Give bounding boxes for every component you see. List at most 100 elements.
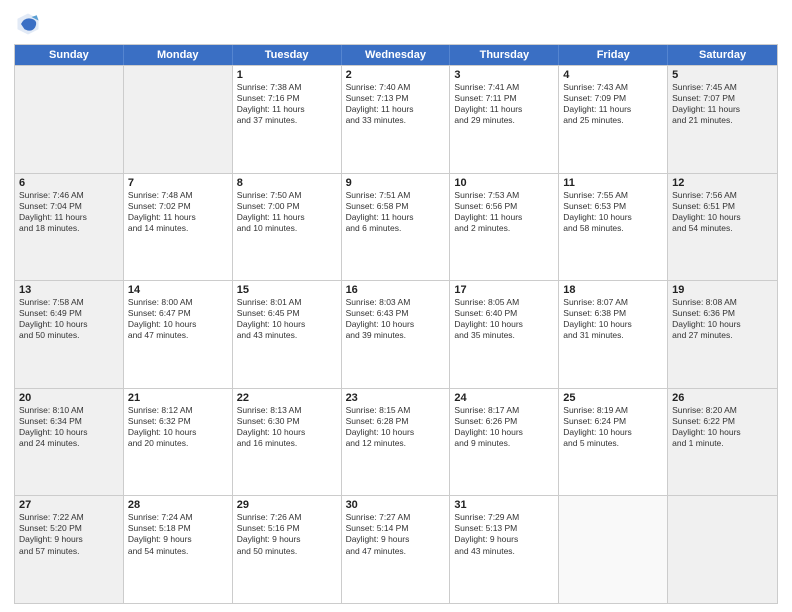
cell-daylight-info: Sunrise: 8:12 AM Sunset: 6:32 PM Dayligh… xyxy=(128,405,228,449)
day-number: 17 xyxy=(454,284,554,296)
calendar-row-4: 27Sunrise: 7:22 AM Sunset: 5:20 PM Dayli… xyxy=(15,495,777,603)
cell-daylight-info: Sunrise: 7:45 AM Sunset: 7:07 PM Dayligh… xyxy=(672,82,773,126)
calendar-cell-r3-c1: 21Sunrise: 8:12 AM Sunset: 6:32 PM Dayli… xyxy=(124,389,233,496)
day-number: 29 xyxy=(237,499,337,511)
header-day-friday: Friday xyxy=(559,45,668,65)
header-day-sunday: Sunday xyxy=(15,45,124,65)
logo-icon xyxy=(14,10,42,38)
cell-daylight-info: Sunrise: 8:00 AM Sunset: 6:47 PM Dayligh… xyxy=(128,297,228,341)
calendar-cell-r2-c6: 19Sunrise: 8:08 AM Sunset: 6:36 PM Dayli… xyxy=(668,281,777,388)
day-number: 26 xyxy=(672,392,773,404)
cell-daylight-info: Sunrise: 8:17 AM Sunset: 6:26 PM Dayligh… xyxy=(454,405,554,449)
cell-daylight-info: Sunrise: 7:38 AM Sunset: 7:16 PM Dayligh… xyxy=(237,82,337,126)
day-number: 22 xyxy=(237,392,337,404)
cell-daylight-info: Sunrise: 8:03 AM Sunset: 6:43 PM Dayligh… xyxy=(346,297,446,341)
header-day-wednesday: Wednesday xyxy=(342,45,451,65)
day-number: 27 xyxy=(19,499,119,511)
day-number: 25 xyxy=(563,392,663,404)
calendar-cell-r3-c2: 22Sunrise: 8:13 AM Sunset: 6:30 PM Dayli… xyxy=(233,389,342,496)
calendar-cell-r2-c5: 18Sunrise: 8:07 AM Sunset: 6:38 PM Dayli… xyxy=(559,281,668,388)
day-number: 24 xyxy=(454,392,554,404)
cell-daylight-info: Sunrise: 7:43 AM Sunset: 7:09 PM Dayligh… xyxy=(563,82,663,126)
calendar-row-3: 20Sunrise: 8:10 AM Sunset: 6:34 PM Dayli… xyxy=(15,388,777,496)
calendar-cell-r4-c4: 31Sunrise: 7:29 AM Sunset: 5:13 PM Dayli… xyxy=(450,496,559,603)
day-number: 11 xyxy=(563,177,663,189)
day-number: 8 xyxy=(237,177,337,189)
day-number: 18 xyxy=(563,284,663,296)
calendar-cell-r4-c3: 30Sunrise: 7:27 AM Sunset: 5:14 PM Dayli… xyxy=(342,496,451,603)
cell-daylight-info: Sunrise: 8:13 AM Sunset: 6:30 PM Dayligh… xyxy=(237,405,337,449)
header-day-saturday: Saturday xyxy=(668,45,777,65)
calendar: SundayMondayTuesdayWednesdayThursdayFrid… xyxy=(14,44,778,604)
cell-daylight-info: Sunrise: 7:40 AM Sunset: 7:13 PM Dayligh… xyxy=(346,82,446,126)
calendar-cell-r0-c5: 4Sunrise: 7:43 AM Sunset: 7:09 PM Daylig… xyxy=(559,66,668,173)
day-number: 20 xyxy=(19,392,119,404)
cell-daylight-info: Sunrise: 7:48 AM Sunset: 7:02 PM Dayligh… xyxy=(128,190,228,234)
cell-daylight-info: Sunrise: 8:05 AM Sunset: 6:40 PM Dayligh… xyxy=(454,297,554,341)
cell-daylight-info: Sunrise: 7:51 AM Sunset: 6:58 PM Dayligh… xyxy=(346,190,446,234)
day-number: 21 xyxy=(128,392,228,404)
cell-daylight-info: Sunrise: 7:26 AM Sunset: 5:16 PM Dayligh… xyxy=(237,512,337,556)
day-number: 31 xyxy=(454,499,554,511)
header xyxy=(14,10,778,38)
cell-daylight-info: Sunrise: 7:22 AM Sunset: 5:20 PM Dayligh… xyxy=(19,512,119,556)
cell-daylight-info: Sunrise: 7:24 AM Sunset: 5:18 PM Dayligh… xyxy=(128,512,228,556)
calendar-cell-r3-c0: 20Sunrise: 8:10 AM Sunset: 6:34 PM Dayli… xyxy=(15,389,124,496)
cell-daylight-info: Sunrise: 7:53 AM Sunset: 6:56 PM Dayligh… xyxy=(454,190,554,234)
calendar-cell-r1-c2: 8Sunrise: 7:50 AM Sunset: 7:00 PM Daylig… xyxy=(233,174,342,281)
day-number: 13 xyxy=(19,284,119,296)
day-number: 3 xyxy=(454,69,554,81)
calendar-cell-r0-c1 xyxy=(124,66,233,173)
day-number: 2 xyxy=(346,69,446,81)
cell-daylight-info: Sunrise: 7:46 AM Sunset: 7:04 PM Dayligh… xyxy=(19,190,119,234)
calendar-cell-r4-c5 xyxy=(559,496,668,603)
calendar-cell-r1-c5: 11Sunrise: 7:55 AM Sunset: 6:53 PM Dayli… xyxy=(559,174,668,281)
day-number: 7 xyxy=(128,177,228,189)
cell-daylight-info: Sunrise: 8:01 AM Sunset: 6:45 PM Dayligh… xyxy=(237,297,337,341)
day-number: 16 xyxy=(346,284,446,296)
day-number: 30 xyxy=(346,499,446,511)
calendar-cell-r1-c1: 7Sunrise: 7:48 AM Sunset: 7:02 PM Daylig… xyxy=(124,174,233,281)
calendar-cell-r1-c0: 6Sunrise: 7:46 AM Sunset: 7:04 PM Daylig… xyxy=(15,174,124,281)
cell-daylight-info: Sunrise: 8:15 AM Sunset: 6:28 PM Dayligh… xyxy=(346,405,446,449)
cell-daylight-info: Sunrise: 7:29 AM Sunset: 5:13 PM Dayligh… xyxy=(454,512,554,556)
header-day-tuesday: Tuesday xyxy=(233,45,342,65)
page: SundayMondayTuesdayWednesdayThursdayFrid… xyxy=(0,0,792,612)
day-number: 23 xyxy=(346,392,446,404)
logo xyxy=(14,10,48,38)
cell-daylight-info: Sunrise: 7:27 AM Sunset: 5:14 PM Dayligh… xyxy=(346,512,446,556)
calendar-cell-r0-c2: 1Sunrise: 7:38 AM Sunset: 7:16 PM Daylig… xyxy=(233,66,342,173)
cell-daylight-info: Sunrise: 7:56 AM Sunset: 6:51 PM Dayligh… xyxy=(672,190,773,234)
calendar-cell-r4-c0: 27Sunrise: 7:22 AM Sunset: 5:20 PM Dayli… xyxy=(15,496,124,603)
calendar-cell-r0-c4: 3Sunrise: 7:41 AM Sunset: 7:11 PM Daylig… xyxy=(450,66,559,173)
day-number: 19 xyxy=(672,284,773,296)
calendar-cell-r2-c4: 17Sunrise: 8:05 AM Sunset: 6:40 PM Dayli… xyxy=(450,281,559,388)
calendar-row-2: 13Sunrise: 7:58 AM Sunset: 6:49 PM Dayli… xyxy=(15,280,777,388)
calendar-cell-r1-c4: 10Sunrise: 7:53 AM Sunset: 6:56 PM Dayli… xyxy=(450,174,559,281)
calendar-cell-r3-c4: 24Sunrise: 8:17 AM Sunset: 6:26 PM Dayli… xyxy=(450,389,559,496)
calendar-cell-r0-c3: 2Sunrise: 7:40 AM Sunset: 7:13 PM Daylig… xyxy=(342,66,451,173)
day-number: 9 xyxy=(346,177,446,189)
header-day-thursday: Thursday xyxy=(450,45,559,65)
calendar-cell-r3-c3: 23Sunrise: 8:15 AM Sunset: 6:28 PM Dayli… xyxy=(342,389,451,496)
calendar-cell-r2-c3: 16Sunrise: 8:03 AM Sunset: 6:43 PM Dayli… xyxy=(342,281,451,388)
cell-daylight-info: Sunrise: 8:10 AM Sunset: 6:34 PM Dayligh… xyxy=(19,405,119,449)
day-number: 10 xyxy=(454,177,554,189)
calendar-cell-r2-c0: 13Sunrise: 7:58 AM Sunset: 6:49 PM Dayli… xyxy=(15,281,124,388)
cell-daylight-info: Sunrise: 7:41 AM Sunset: 7:11 PM Dayligh… xyxy=(454,82,554,126)
calendar-body: 1Sunrise: 7:38 AM Sunset: 7:16 PM Daylig… xyxy=(15,65,777,603)
calendar-cell-r2-c1: 14Sunrise: 8:00 AM Sunset: 6:47 PM Dayli… xyxy=(124,281,233,388)
calendar-cell-r3-c6: 26Sunrise: 8:20 AM Sunset: 6:22 PM Dayli… xyxy=(668,389,777,496)
cell-daylight-info: Sunrise: 7:55 AM Sunset: 6:53 PM Dayligh… xyxy=(563,190,663,234)
day-number: 15 xyxy=(237,284,337,296)
calendar-cell-r0-c0 xyxy=(15,66,124,173)
calendar-cell-r0-c6: 5Sunrise: 7:45 AM Sunset: 7:07 PM Daylig… xyxy=(668,66,777,173)
calendar-cell-r1-c3: 9Sunrise: 7:51 AM Sunset: 6:58 PM Daylig… xyxy=(342,174,451,281)
day-number: 1 xyxy=(237,69,337,81)
calendar-cell-r1-c6: 12Sunrise: 7:56 AM Sunset: 6:51 PM Dayli… xyxy=(668,174,777,281)
day-number: 6 xyxy=(19,177,119,189)
calendar-cell-r3-c5: 25Sunrise: 8:19 AM Sunset: 6:24 PM Dayli… xyxy=(559,389,668,496)
cell-daylight-info: Sunrise: 7:50 AM Sunset: 7:00 PM Dayligh… xyxy=(237,190,337,234)
header-day-monday: Monday xyxy=(124,45,233,65)
calendar-cell-r4-c2: 29Sunrise: 7:26 AM Sunset: 5:16 PM Dayli… xyxy=(233,496,342,603)
